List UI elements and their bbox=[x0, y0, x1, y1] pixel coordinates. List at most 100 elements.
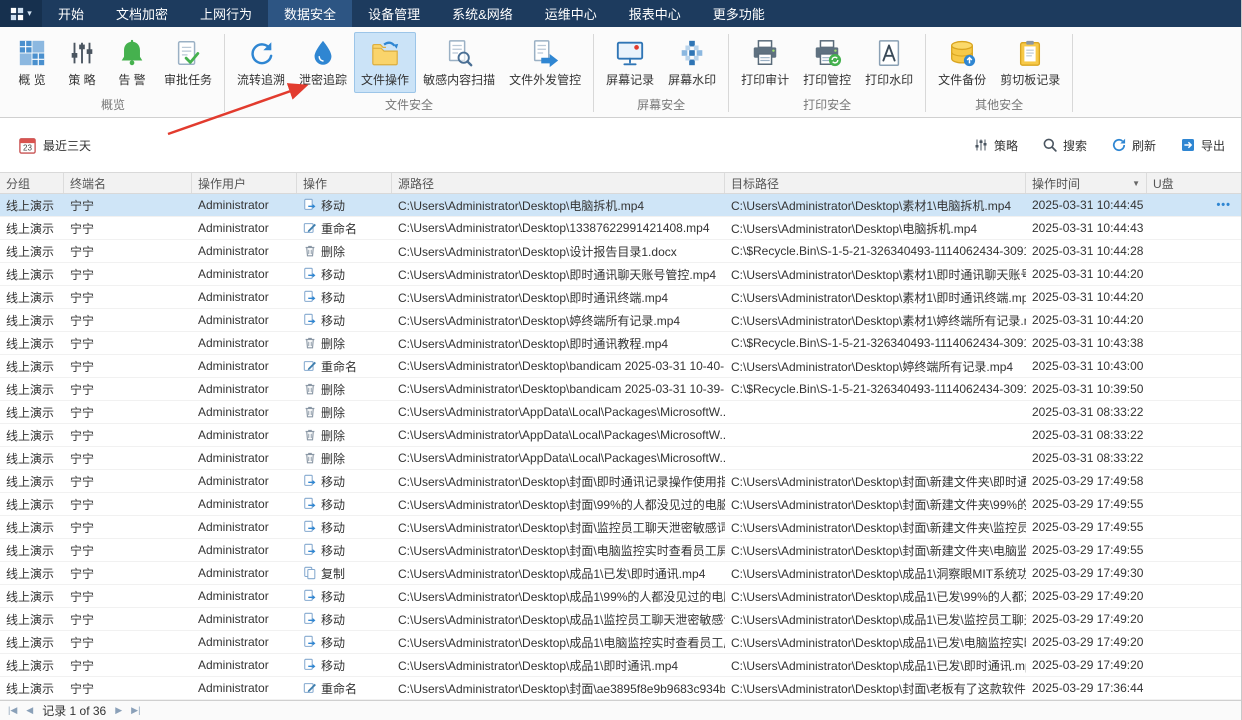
ribbon-button-file-outgoing-control[interactable]: 文件外发管控 bbox=[502, 32, 588, 93]
table-row[interactable]: 线上演示 宁宁 Administrator 删除 C:\Users\Admini… bbox=[0, 447, 1241, 470]
menu-item-internet-behavior[interactable]: 上网行为 bbox=[184, 0, 268, 27]
menu-item-data-security[interactable]: 数据安全 bbox=[268, 0, 353, 27]
ribbon-button-flow-trace[interactable]: 流转追溯 bbox=[230, 32, 292, 93]
cell-terminal-name: 宁宁 bbox=[70, 336, 95, 351]
ribbon-button-print-control[interactable]: 打印管控 bbox=[796, 32, 858, 93]
table-row[interactable]: 线上演示 宁宁 Administrator 删除 C:\Users\Admini… bbox=[0, 240, 1241, 263]
refresh-button-label: 刷新 bbox=[1131, 138, 1156, 153]
search-button[interactable]: 搜索 bbox=[1042, 137, 1087, 154]
last-page-button[interactable]: ▶| bbox=[131, 706, 140, 715]
cell-terminal-name: 宁宁 bbox=[70, 428, 95, 443]
table-row[interactable]: 线上演示 宁宁 Administrator 复制 C:\Users\Admini… bbox=[0, 562, 1241, 585]
ribbon-button-print-audit[interactable]: 打印审计 bbox=[734, 32, 796, 93]
ribbon-button-policy[interactable]: 策 略 bbox=[57, 32, 107, 93]
table-row[interactable]: 线上演示 宁宁 Administrator 移动 C:\Users\Admini… bbox=[0, 194, 1241, 217]
ribbon-button-alert[interactable]: 告 警 bbox=[107, 32, 157, 93]
table-row[interactable]: 线上演示 宁宁 Administrator 删除 C:\Users\Admini… bbox=[0, 332, 1241, 355]
ribbon-button-leak-trace[interactable]: 泄密追踪 bbox=[292, 32, 354, 93]
ribbon-button-label: 打印审计 bbox=[741, 73, 790, 87]
ribbon-group-file-security: 流转追溯 泄密追踪 文件操作 敏感内容扫描 文件外发管控 文件安全 bbox=[227, 29, 591, 117]
column-header-group[interactable]: 分组 bbox=[0, 173, 64, 193]
ribbon-button-overview[interactable]: 概 览 bbox=[7, 32, 57, 93]
svg-text:23: 23 bbox=[23, 143, 32, 152]
cell-operation-time: 2025-03-29 17:49:20 bbox=[1032, 589, 1144, 603]
table-row[interactable]: 线上演示 宁宁 Administrator 移动 C:\Users\Admini… bbox=[0, 516, 1241, 539]
table-row[interactable]: 线上演示 宁宁 Administrator 移动 C:\Users\Admini… bbox=[0, 493, 1241, 516]
ribbon-button-approval-tasks[interactable]: 审批任务 bbox=[157, 32, 219, 93]
cell-operation-user: Administrator bbox=[198, 382, 269, 396]
menu-item-report-center[interactable]: 报表中心 bbox=[613, 0, 697, 27]
cell-group: 线上演示 bbox=[6, 474, 55, 489]
menu-item-start[interactable]: 开始 bbox=[42, 0, 100, 27]
column-header-operation-time[interactable]: 操作时间 ▼ bbox=[1026, 173, 1147, 193]
menu-item-device-management[interactable]: 设备管理 bbox=[352, 0, 436, 27]
refresh-button[interactable]: 刷新 bbox=[1111, 137, 1156, 154]
cell-group: 线上演示 bbox=[6, 336, 55, 351]
table-row[interactable]: 线上演示 宁宁 Administrator 移动 C:\Users\Admini… bbox=[0, 608, 1241, 631]
column-header-terminal-name[interactable]: 终端名 bbox=[64, 173, 192, 193]
ribbon-button-file-backup[interactable]: 文件备份 bbox=[931, 32, 993, 93]
cell-target-path: C:\Users\Administrator\Desktop\封面\新建文件夹\… bbox=[731, 520, 1026, 535]
operation-type-icon bbox=[303, 428, 317, 442]
table-row[interactable]: 线上演示 宁宁 Administrator 删除 C:\Users\Admini… bbox=[0, 424, 1241, 447]
cell-operation-user: Administrator bbox=[198, 198, 269, 212]
table-row[interactable]: 线上演示 宁宁 Administrator 删除 C:\Users\Admini… bbox=[0, 378, 1241, 401]
cell-target-path: C:\Users\Administrator\Desktop\素材1\即时通讯终… bbox=[731, 290, 1026, 305]
cell-terminal-name: 宁宁 bbox=[70, 543, 95, 558]
menu-item-document-encryption[interactable]: 文档加密 bbox=[100, 0, 184, 27]
ribbon-button-screen-record[interactable]: 屏幕记录 bbox=[599, 32, 661, 93]
table-row[interactable]: 线上演示 宁宁 Administrator 移动 C:\Users\Admini… bbox=[0, 654, 1241, 677]
cell-terminal-name: 宁宁 bbox=[70, 566, 95, 581]
cell-operation: 删除 bbox=[297, 378, 392, 400]
table-row[interactable]: 线上演示 宁宁 Administrator 移动 C:\Users\Admini… bbox=[0, 539, 1241, 562]
cell-source-path: C:\Users\Administrator\Desktop\成品1\99%的人… bbox=[398, 589, 725, 604]
table-row[interactable]: 线上演示 宁宁 Administrator 重命名 C:\Users\Admin… bbox=[0, 355, 1241, 378]
sort-chevron-down-icon[interactable]: ▼ bbox=[1132, 179, 1140, 188]
ribbon-button-clipboard-record[interactable]: 剪切板记录 bbox=[993, 32, 1067, 93]
column-header-target-path[interactable]: 目标路径 bbox=[725, 173, 1026, 193]
cell-group: 线上演示 bbox=[6, 382, 55, 397]
ribbon-button-print-watermark[interactable]: 打印水印 bbox=[858, 32, 920, 93]
ribbon-button-sensitive-scan[interactable]: 敏感内容扫描 bbox=[416, 32, 502, 93]
menu-item-system-network[interactable]: 系统&网络 bbox=[436, 0, 529, 27]
cell-source-path: C:\Users\Administrator\Desktop\bandicam … bbox=[398, 359, 725, 373]
table-row[interactable]: 线上演示 宁宁 Administrator 移动 C:\Users\Admini… bbox=[0, 286, 1241, 309]
prev-page-button[interactable]: ◀ bbox=[26, 706, 33, 715]
cell-usb: ••• bbox=[1147, 286, 1241, 308]
cell-group: 线上演示 bbox=[6, 497, 55, 512]
cell-source-path: C:\Users\Administrator\Desktop\成品1\监控员工聊… bbox=[398, 612, 725, 627]
table-row[interactable]: 线上演示 宁宁 Administrator 重命名 C:\Users\Admin… bbox=[0, 677, 1241, 700]
table-row[interactable]: 线上演示 宁宁 Administrator 移动 C:\Users\Admini… bbox=[0, 585, 1241, 608]
ribbon-button-label: 文件外发管控 bbox=[509, 73, 582, 87]
ribbon-button-screen-watermark[interactable]: 屏幕水印 bbox=[661, 32, 723, 93]
first-page-button[interactable]: |◀ bbox=[8, 706, 17, 715]
app-menu-button[interactable]: ▾ bbox=[0, 0, 42, 27]
table-row[interactable]: 线上演示 宁宁 Administrator 移动 C:\Users\Admini… bbox=[0, 309, 1241, 332]
row-actions-button[interactable]: ••• bbox=[1216, 199, 1235, 211]
table-row[interactable]: 线上演示 宁宁 Administrator 移动 C:\Users\Admini… bbox=[0, 470, 1241, 493]
date-range-filter-button[interactable]: 23 最近三天 bbox=[18, 136, 91, 155]
column-header-source-path[interactable]: 源路径 bbox=[392, 173, 725, 193]
column-header-usb[interactable]: U盘 bbox=[1147, 173, 1241, 193]
table-row[interactable]: 线上演示 宁宁 Administrator 重命名 C:\Users\Admin… bbox=[0, 217, 1241, 240]
cell-source-path: C:\Users\Administrator\Desktop\设计报告目录1.d… bbox=[398, 244, 677, 259]
table-row[interactable]: 线上演示 宁宁 Administrator 移动 C:\Users\Admini… bbox=[0, 631, 1241, 654]
menu-item-more-features[interactable]: 更多功能 bbox=[697, 0, 781, 27]
operation-type-icon bbox=[303, 382, 317, 396]
ribbon-button-label: 流转追溯 bbox=[237, 73, 286, 87]
policy-button[interactable]: 策略 bbox=[973, 137, 1018, 154]
export-button[interactable]: 导出 bbox=[1180, 137, 1225, 154]
cell-target-path: C:\Users\Administrator\Desktop\封面\新建文件夹\… bbox=[731, 543, 1026, 558]
next-page-button[interactable]: ▶ bbox=[115, 706, 122, 715]
cell-target-path: C:\Users\Administrator\Desktop\素材1\电脑拆机.… bbox=[731, 198, 1012, 213]
cell-usb: ••• bbox=[1147, 539, 1241, 561]
cell-operation: 删除 bbox=[297, 332, 392, 354]
ribbon-button-label: 敏感内容扫描 bbox=[423, 73, 496, 87]
table-row[interactable]: 线上演示 宁宁 Administrator 删除 C:\Users\Admini… bbox=[0, 401, 1241, 424]
column-header-operation-user[interactable]: 操作用户 bbox=[192, 173, 297, 193]
table-row[interactable]: 线上演示 宁宁 Administrator 移动 C:\Users\Admini… bbox=[0, 263, 1241, 286]
cell-operation-user: Administrator bbox=[198, 405, 269, 419]
ribbon-button-file-operations[interactable]: 文件操作 bbox=[354, 32, 417, 93]
menu-item-ops-center[interactable]: 运维中心 bbox=[529, 0, 613, 27]
column-header-operation[interactable]: 操作 bbox=[297, 173, 392, 193]
